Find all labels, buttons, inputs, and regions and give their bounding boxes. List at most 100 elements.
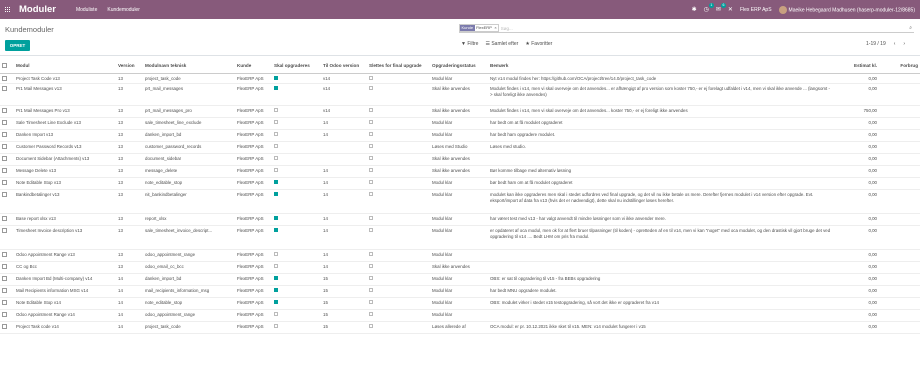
upgrade-checkbox[interactable] — [272, 309, 321, 322]
cell-consumption[interactable] — [879, 105, 920, 118]
upgrade-checkbox[interactable] — [272, 117, 321, 130]
cell-version[interactable]: 14 — [116, 273, 143, 286]
cell-note[interactable]: OBS: er sat til opgradering til v15 - fr… — [488, 273, 834, 286]
cell-status[interactable]: Modul klar — [430, 249, 488, 262]
row-checkbox[interactable] — [0, 285, 14, 298]
cell-customer[interactable]: FlexERP ApS — [235, 189, 272, 214]
delete-checkbox[interactable] — [367, 321, 430, 334]
delete-checkbox[interactable] — [367, 117, 430, 130]
cell-status[interactable]: Modul klar — [430, 213, 488, 226]
cell-note[interactable]: Bør komme tilbage med alternativ løsning — [488, 165, 834, 178]
pager-prev-icon[interactable]: ‹ — [894, 41, 896, 47]
cell-consumption[interactable] — [879, 297, 920, 310]
checkbox[interactable] — [369, 288, 373, 292]
upgrade-checkbox[interactable] — [272, 261, 321, 274]
cell-module[interactable]: Odoo Appointment Range v14 — [14, 309, 116, 322]
cell-customer[interactable]: FlexERP ApS — [235, 165, 272, 178]
cell-customer[interactable]: FlexERP ApS — [235, 117, 272, 130]
cell-status[interactable]: Modul klar — [430, 273, 488, 286]
cell-technical-name[interactable]: note_editable_stop — [143, 297, 235, 310]
cell-estimate[interactable]: 0,00 — [834, 177, 879, 190]
cell-status[interactable]: Løses med Studio — [430, 141, 488, 154]
cell-note[interactable]: Løses med studio. — [488, 141, 834, 154]
table-row[interactable]: Pr1 Mail Messages v13 13 prt_mail_messages… — [0, 83, 920, 106]
cell-target-version[interactable]: 15 — [321, 309, 367, 322]
cell-module[interactable]: Danken Import Bd (Multi-company) v14 — [14, 273, 116, 286]
cell-note[interactable]: er opdateret af oca modul, men ok for at… — [488, 225, 834, 250]
table-row[interactable]: Sale Timesheet Line Exclude v13 13 sale_ti… — [0, 117, 920, 130]
table-row[interactable]: Pr1 Mail Messages Pro v13 13 prt_mail_mess… — [0, 105, 920, 118]
checkbox[interactable] — [369, 120, 373, 124]
column-header[interactable]: Til Odoo version — [321, 59, 367, 74]
cell-technical-name[interactable]: message_delete — [143, 165, 235, 178]
cell-target-version[interactable] — [321, 153, 367, 166]
cell-estimate[interactable]: 0,00 — [834, 273, 879, 286]
cell-customer[interactable]: FlexERP ApS — [235, 83, 272, 106]
cell-estimate[interactable]: 0,00 — [834, 297, 879, 310]
cell-status[interactable]: Skal ikke anvendes — [430, 153, 488, 166]
cell-estimate[interactable]: 0,00 — [834, 189, 879, 214]
cell-note[interactable]: modulet kan ikke opgraderes men skal i s… — [488, 189, 834, 214]
cell-technical-name[interactable]: sale_timesheet_line_exclude — [143, 117, 235, 130]
cell-version[interactable]: 13 — [116, 129, 143, 142]
checkbox[interactable] — [274, 252, 278, 256]
close-icon[interactable]: ✕ — [728, 6, 733, 13]
activity-icon[interactable]: ◷ 1 — [704, 3, 714, 13]
cell-customer[interactable]: FlexERP ApS — [235, 285, 272, 298]
checkbox[interactable] — [369, 300, 373, 304]
cell-module[interactable]: Mail Recipients information MSG v14 — [14, 285, 116, 298]
cell-note[interactable]: har bedt MNU opgradere modulet. — [488, 285, 834, 298]
column-header[interactable]: Forbrug — [879, 59, 920, 74]
cell-status[interactable]: Modul klar — [430, 73, 488, 84]
cell-status[interactable]: Modul klar — [430, 285, 488, 298]
cell-technical-name[interactable]: odoo_appointment_range — [143, 249, 235, 262]
checkbox[interactable] — [274, 86, 278, 90]
cell-estimate[interactable]: 0,00 — [834, 309, 879, 322]
cell-technical-name[interactable]: danken_import_bd — [143, 273, 235, 286]
delete-checkbox[interactable] — [367, 309, 430, 322]
row-checkbox[interactable] — [0, 141, 14, 154]
cell-note[interactable]: har bedt ham opgradere modulet. — [488, 129, 834, 142]
cell-technical-name[interactable]: report_xlsx — [143, 213, 235, 226]
column-header[interactable]: Modul — [14, 59, 116, 74]
row-checkbox[interactable] — [0, 213, 14, 226]
cell-technical-name[interactable]: prt_mail_messages — [143, 83, 235, 106]
cell-version[interactable]: 14 — [116, 297, 143, 310]
cell-technical-name[interactable]: odoo_appointment_range — [143, 309, 235, 322]
row-checkbox[interactable] — [0, 309, 14, 322]
row-checkbox[interactable] — [0, 105, 14, 118]
cell-consumption[interactable] — [879, 189, 920, 214]
cell-customer[interactable]: FlexERP ApS — [235, 141, 272, 154]
cell-module[interactable]: Message Delete v13 — [14, 165, 116, 178]
cell-note[interactable]: Nyt v14 modul findes her: https://github… — [488, 73, 834, 84]
row-checkbox[interactable] — [0, 273, 14, 286]
cell-note[interactable]: har bedt om at få modulet opgraderet — [488, 117, 834, 130]
row-checkbox[interactable] — [0, 321, 14, 334]
search-icon[interactable]: ⌕ — [909, 25, 912, 31]
column-header[interactable]: Kunde — [235, 59, 272, 74]
checkbox[interactable] — [369, 86, 373, 90]
upgrade-checkbox[interactable] — [272, 165, 321, 178]
checkbox[interactable] — [274, 156, 278, 160]
column-header[interactable]: Bemærk — [488, 59, 834, 74]
cell-version[interactable]: 13 — [116, 153, 143, 166]
checkbox[interactable] — [274, 144, 278, 148]
upgrade-checkbox[interactable] — [272, 153, 321, 166]
search-input[interactable]: Søg... — [501, 26, 513, 31]
user-menu[interactable]: Maeike Hebegaard Madhusen (haserp-module… — [778, 5, 915, 14]
column-header[interactable]: Estimat kl. — [834, 59, 879, 74]
upgrade-checkbox[interactable] — [272, 141, 321, 154]
cell-customer[interactable]: FlexERP ApS — [235, 73, 272, 84]
checkbox[interactable] — [369, 132, 373, 136]
upgrade-checkbox[interactable] — [272, 189, 321, 214]
checkbox[interactable] — [274, 288, 278, 292]
cell-module[interactable]: Note Editable Stop v13 — [14, 177, 116, 190]
row-checkbox[interactable] — [0, 129, 14, 142]
checkbox[interactable] — [369, 252, 373, 256]
cell-consumption[interactable] — [879, 213, 920, 226]
cell-estimate[interactable]: 0,00 — [834, 141, 879, 154]
cell-module[interactable]: Danken Import v13 — [14, 129, 116, 142]
cell-technical-name[interactable]: nit_bankindbetalinger — [143, 189, 235, 214]
cell-note[interactable]: OBS: modulet virker i stedet v15 testopg… — [488, 297, 834, 310]
delete-checkbox[interactable] — [367, 273, 430, 286]
